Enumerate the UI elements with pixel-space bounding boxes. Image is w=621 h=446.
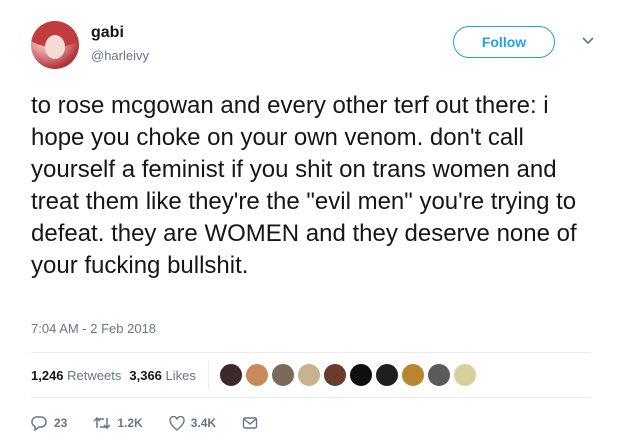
liker-avatar[interactable] (374, 363, 399, 387)
liker-avatar[interactable] (218, 363, 243, 387)
retweets-stat[interactable]: 1,246 Retweets (31, 368, 121, 383)
user-handle[interactable]: @harleivy (91, 48, 149, 63)
liker-avatar[interactable] (348, 363, 373, 387)
likes-label: Likes (165, 367, 196, 383)
tweet-header: gabi @harleivy Follow (31, 18, 601, 78)
liker-avatar[interactable] (270, 363, 295, 387)
reply-action[interactable]: 23 (31, 415, 67, 431)
liker-avatar[interactable] (296, 363, 321, 387)
retweet-count: 1.2K (117, 416, 143, 430)
engagement-stats: 1,246 Retweets 3,366 Likes (31, 360, 479, 390)
follow-button[interactable]: Follow (453, 26, 555, 58)
reply-count: 23 (54, 416, 68, 430)
avatar[interactable] (31, 21, 79, 69)
retweet-action[interactable]: 1.2K (93, 416, 143, 430)
tweet-actions: 23 1.2K 3.4K (31, 414, 290, 432)
liker-avatar[interactable] (244, 363, 269, 387)
heart-icon (169, 415, 185, 431)
likes-count: 3,366 (129, 367, 162, 383)
liker-avatar[interactable] (322, 363, 347, 387)
retweets-count: 1,246 (31, 367, 64, 383)
retweets-label: Retweets (67, 367, 122, 383)
message-action[interactable] (242, 416, 264, 430)
display-name[interactable]: gabi (91, 24, 124, 42)
liker-avatar[interactable] (452, 363, 477, 387)
divider (31, 397, 591, 398)
liker-avatars (218, 363, 479, 387)
liker-avatar[interactable] (426, 363, 451, 387)
likes-stat[interactable]: 3,366 Likes (129, 368, 196, 383)
divider (207, 361, 209, 389)
liker-avatar[interactable] (400, 363, 425, 387)
like-action[interactable]: 3.4K (169, 415, 217, 431)
chevron-down-icon[interactable] (581, 34, 595, 48)
tweet-timestamp[interactable]: 7:04 AM - 2 Feb 2018 (31, 321, 156, 336)
envelope-icon (242, 417, 258, 429)
tweet-text: to rose mcgowan and every other terf out… (31, 92, 577, 279)
retweet-icon (93, 416, 111, 430)
like-count: 3.4K (190, 416, 217, 430)
reply-icon (31, 416, 47, 431)
divider (31, 352, 591, 353)
